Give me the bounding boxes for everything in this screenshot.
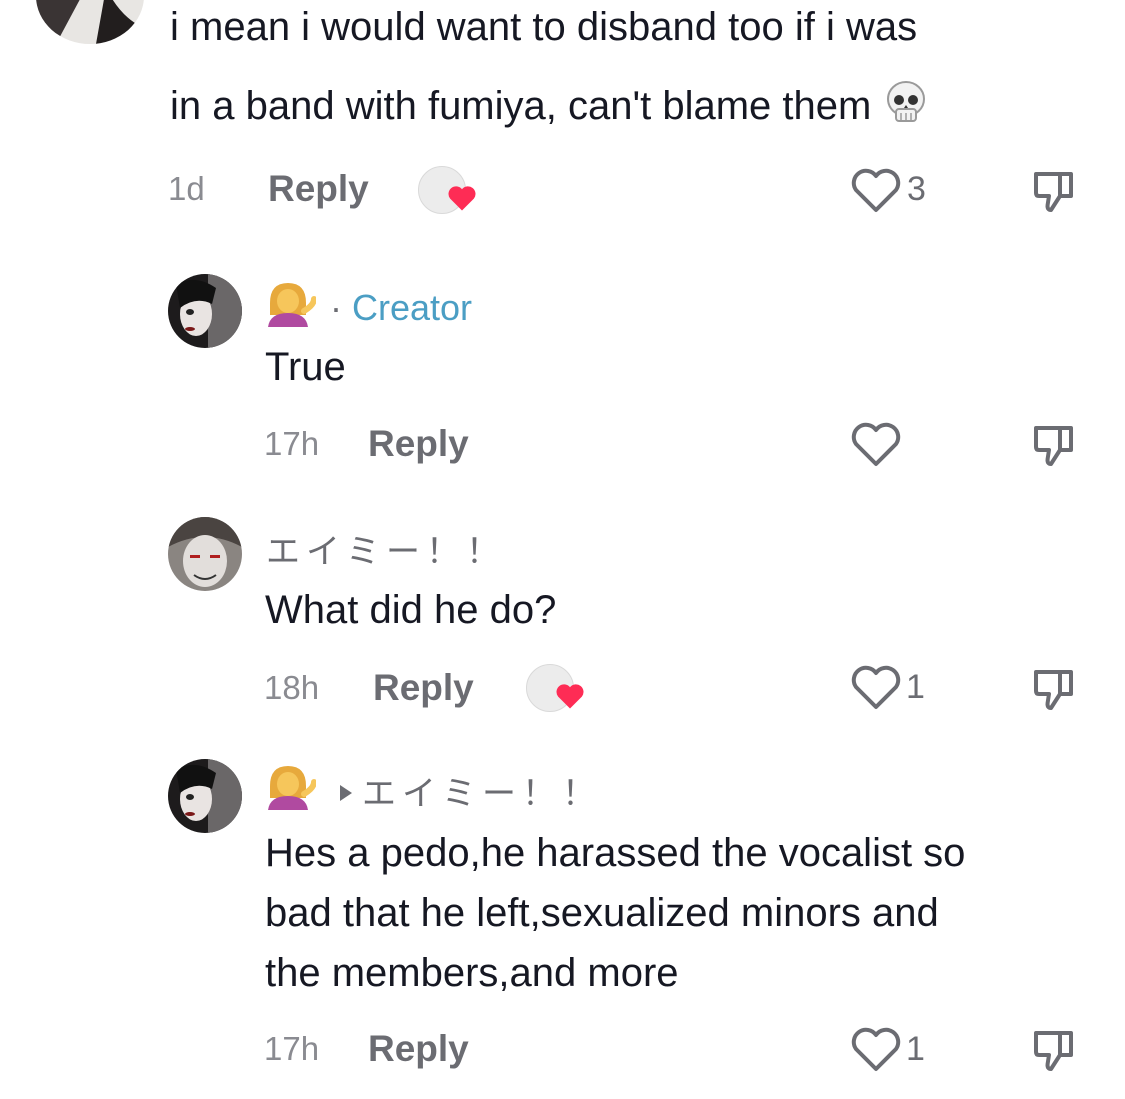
heart-icon [447, 184, 477, 217]
comment-text-line-2: bad that he left,sexualized minors and [265, 891, 939, 935]
creator-avatar[interactable] [168, 274, 242, 348]
comment-timestamp: 17h [264, 425, 320, 462]
comment-timestamp: 17h [264, 1030, 320, 1067]
like-heart-icon[interactable] [850, 421, 902, 472]
reply-button[interactable]: Reply [268, 168, 369, 210]
comment-timestamp: 18h [264, 669, 320, 706]
like-heart-icon[interactable] [850, 1026, 902, 1077]
heart-icon [555, 682, 585, 715]
comment-text-line-1: Hes a pedo,he harassed the vocalist so [265, 831, 966, 875]
reply-button[interactable]: Reply [368, 1028, 469, 1070]
skull-emoji-icon [882, 79, 930, 144]
separator-dot: · [330, 286, 342, 328]
comment-text-line-3: the members,and more [265, 951, 679, 995]
creator-liked-badge [418, 166, 476, 214]
person-tipping-hand-icon [264, 279, 317, 336]
comment-text: What did he do? [265, 588, 557, 632]
dislike-icon[interactable] [1030, 666, 1078, 719]
reply-to-name[interactable]: エイミー！！ [362, 766, 602, 815]
author-name[interactable]: エイミー！！ [266, 524, 506, 573]
commenter-avatar[interactable] [36, 0, 144, 44]
like-count: 3 [907, 170, 926, 208]
creator-label: Creator [352, 286, 473, 328]
creator-avatar[interactable] [168, 759, 242, 833]
comment-timestamp: 1d [168, 170, 205, 207]
reply-button[interactable]: Reply [373, 667, 474, 709]
like-count: 1 [906, 1030, 925, 1068]
comment-text: True [265, 345, 346, 389]
like-count: 1 [906, 668, 925, 706]
author-row: エイミー！！ [264, 762, 602, 819]
commenter-avatar[interactable] [168, 517, 242, 591]
like-heart-icon[interactable] [850, 167, 902, 218]
reply-to-arrow-icon [338, 770, 354, 812]
dislike-icon[interactable] [1030, 1027, 1078, 1080]
like-heart-icon[interactable] [850, 664, 902, 715]
person-tipping-hand-icon [264, 762, 317, 819]
dislike-icon[interactable] [1030, 168, 1078, 221]
comment-text-line-1: i mean i would want to disband too if i … [170, 5, 918, 49]
author-row: · Creator [264, 279, 472, 336]
comment-text-line-2: in a band with fumiya, can't blame them [170, 76, 930, 144]
reply-button[interactable]: Reply [368, 423, 469, 465]
dislike-icon[interactable] [1030, 422, 1078, 475]
creator-liked-badge [526, 664, 584, 712]
